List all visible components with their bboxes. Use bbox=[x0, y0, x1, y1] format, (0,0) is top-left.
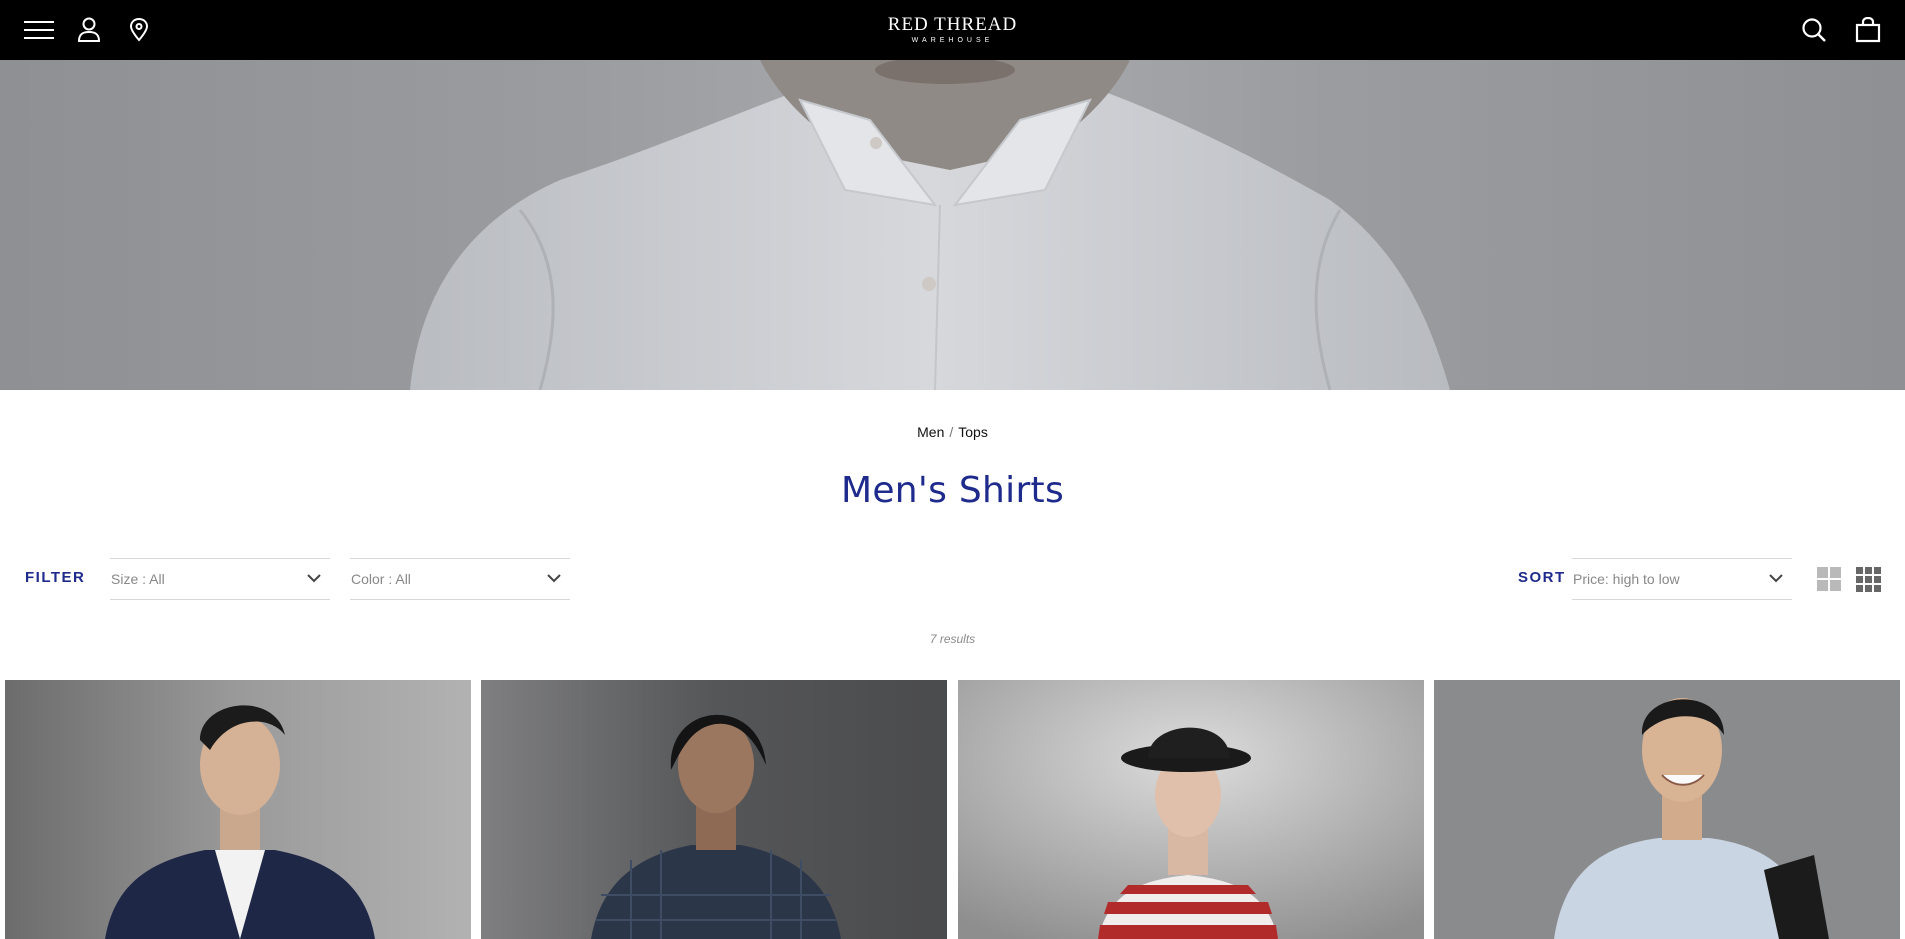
chevron-down-icon bbox=[306, 570, 322, 589]
shopping-bag-icon[interactable] bbox=[1853, 15, 1883, 45]
breadcrumb: Men / Tops bbox=[0, 424, 1905, 440]
size-filter-select[interactable]: Size : All bbox=[110, 558, 330, 600]
grid-2-icon[interactable] bbox=[1816, 566, 1842, 592]
logo-main-text: RED THREAD bbox=[887, 14, 1018, 35]
logo-sub-text: WAREHOUSE bbox=[911, 37, 994, 44]
color-filter-value: Color : All bbox=[351, 571, 411, 587]
search-icon[interactable] bbox=[1799, 15, 1829, 45]
sort-value: Price: high to low bbox=[1573, 571, 1680, 587]
color-filter-select[interactable]: Color : All bbox=[350, 558, 570, 600]
size-filter-value: Size : All bbox=[111, 571, 165, 587]
hero-banner-image bbox=[0, 60, 1905, 390]
breadcrumb-separator: / bbox=[949, 424, 954, 440]
product-card-3[interactable] bbox=[958, 680, 1424, 939]
grid-3-icon[interactable] bbox=[1855, 566, 1881, 592]
site-header: RED THREAD WAREHOUSE bbox=[0, 0, 1905, 60]
sort-select[interactable]: Price: high to low bbox=[1572, 558, 1792, 600]
product-card-1[interactable] bbox=[5, 680, 471, 939]
page-title: Men's Shirts bbox=[840, 470, 1065, 511]
results-count: 7 results bbox=[929, 632, 976, 646]
breadcrumb-men[interactable]: Men bbox=[917, 424, 944, 440]
chevron-down-icon bbox=[1768, 570, 1784, 589]
header-right-icons bbox=[1799, 0, 1883, 60]
breadcrumb-tops[interactable]: Tops bbox=[958, 424, 988, 440]
site-logo[interactable]: RED THREAD WAREHOUSE bbox=[0, 15, 1905, 45]
product-card-2[interactable] bbox=[481, 680, 947, 939]
filter-label: FILTER bbox=[25, 569, 86, 586]
sort-label: SORT bbox=[1518, 569, 1566, 586]
product-card-4[interactable] bbox=[1434, 680, 1900, 939]
chevron-down-icon bbox=[546, 570, 562, 589]
